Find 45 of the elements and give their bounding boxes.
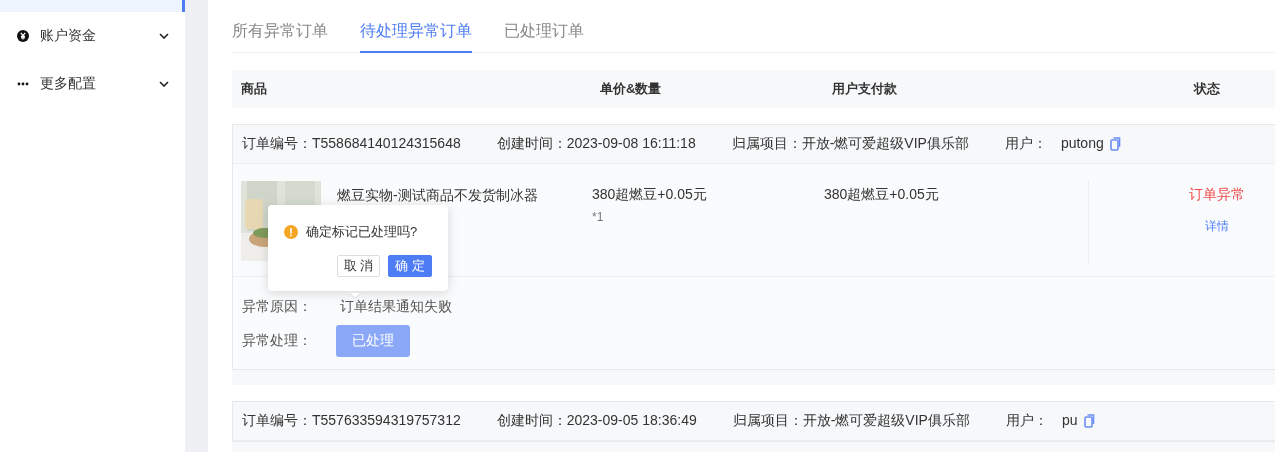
sidebar-item[interactable]: 更多配置	[0, 60, 185, 108]
field-label: 异常原因：	[242, 298, 312, 316]
paid-amount: 380超燃豆+0.05元	[824, 186, 940, 204]
order-status: 订单异常	[1189, 186, 1245, 204]
quantity: *1	[592, 210, 605, 224]
field-label: 异常处理：	[242, 332, 312, 350]
field-value: pu	[1061, 412, 1078, 430]
cancel-button[interactable]: 取 消	[336, 255, 381, 277]
yen-icon	[17, 30, 29, 42]
column-header: 用户支付款	[831, 80, 898, 98]
field-value: 开放-燃可爱超级VIP俱乐部	[801, 135, 969, 153]
field-value: 2023-09-05 18:36:49	[566, 412, 697, 430]
unit-price: 380超燃豆+0.05元	[592, 186, 708, 204]
field-value: 开放-燃可爱超级VIP俱乐部	[802, 412, 970, 430]
field-label: 创建时间：	[496, 135, 567, 153]
field-label: 归属项目：	[731, 135, 802, 153]
tab[interactable]: 已处理订单	[504, 21, 584, 53]
field-value: 2023-09-08 16:11:18	[566, 135, 696, 153]
sidebar-item[interactable]: 账户资金	[0, 12, 185, 60]
warning-icon	[284, 225, 298, 239]
copy-icon[interactable]	[1083, 414, 1095, 428]
column-header: 商品	[240, 80, 268, 98]
field-label: 用户：	[1004, 135, 1047, 153]
field-label: 用户：	[1005, 412, 1048, 430]
column-header: 单价&数量	[599, 80, 663, 98]
processed-button[interactable]: 已处理	[336, 325, 410, 357]
detail-link[interactable]: 详情	[1205, 218, 1229, 235]
tab[interactable]: 待处理异常订单	[360, 21, 472, 53]
field-value: T557633594319757312	[312, 412, 461, 430]
popover-message: 确定标记已处理吗?	[306, 223, 418, 241]
field-label: 归属项目：	[732, 412, 803, 430]
column-header: 状态	[1192, 80, 1221, 98]
confirm-button[interactable]: 确 定	[388, 255, 432, 277]
chevron-icon	[159, 81, 169, 87]
field-label: 创建时间：	[496, 412, 567, 430]
product-name: 燃豆实物-测试商品不发货制冰器	[337, 187, 538, 205]
field-value: 订单结果通知失败	[340, 298, 452, 316]
field-value: putong	[1060, 135, 1104, 153]
field-label: 订单编号：	[242, 412, 312, 430]
copy-icon[interactable]	[1109, 137, 1121, 151]
more-icon	[17, 82, 29, 86]
field-value: T558684140124315648	[312, 135, 461, 153]
tab[interactable]: 所有异常订单	[232, 21, 328, 53]
chevron-icon	[159, 33, 169, 39]
field-label: 订单编号：	[242, 135, 312, 153]
